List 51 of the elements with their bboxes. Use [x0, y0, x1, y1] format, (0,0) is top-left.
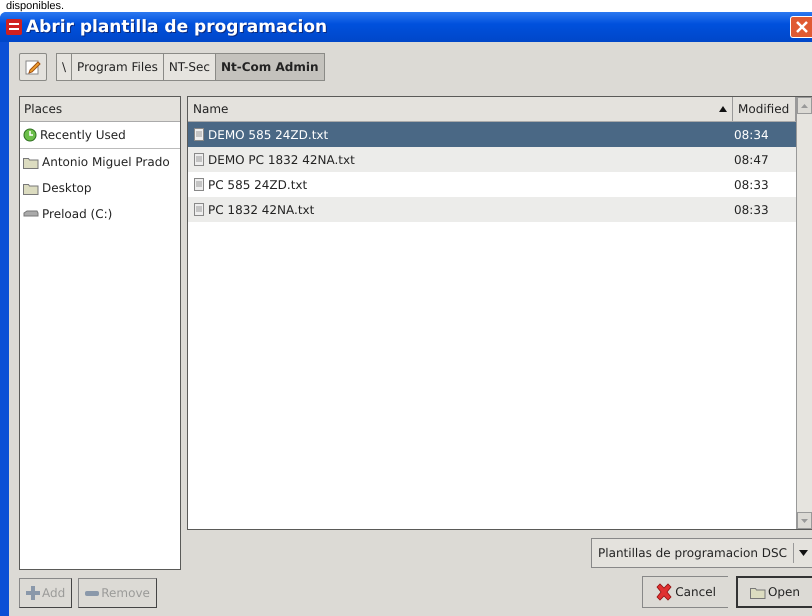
- window-title: Abrir plantilla de programacion: [26, 17, 328, 37]
- minus-icon: [85, 590, 100, 596]
- close-icon: [796, 21, 808, 33]
- place-item[interactable]: Antonio Miguel Prado: [20, 149, 180, 175]
- column-header[interactable]: Name: [188, 97, 733, 121]
- modified-time: 08:33: [733, 178, 770, 192]
- place-label: Desktop: [42, 181, 92, 195]
- file-row[interactable]: DEMO 585 24ZD.txt 08:34: [188, 122, 796, 147]
- file-name: DEMO 585 24ZD.txt: [208, 128, 328, 142]
- open-button[interactable]: Open: [736, 576, 812, 608]
- place-label: Antonio Miguel Prado: [42, 155, 170, 169]
- file-row[interactable]: DEMO PC 1832 42NA.txt 08:47: [188, 147, 796, 172]
- app-logo-icon: [6, 19, 22, 35]
- file-icon: [194, 128, 204, 141]
- file-icon: [194, 203, 204, 216]
- path-segment-button[interactable]: \: [56, 53, 72, 81]
- folder-icon: [23, 156, 39, 168]
- plus-icon: [26, 586, 40, 600]
- edit-button[interactable]: [19, 53, 47, 81]
- down-arrow-icon: [801, 518, 808, 522]
- file-name: DEMO PC 1832 42NA.txt: [208, 152, 355, 166]
- scroll-bar[interactable]: [796, 97, 812, 529]
- folder-icon: [23, 182, 39, 194]
- caret-icon: [798, 550, 808, 556]
- folder-icon: [750, 586, 766, 598]
- clock-icon: [23, 128, 37, 142]
- place-item[interactable]: Recently Used: [20, 122, 180, 149]
- cross-icon: [655, 583, 674, 601]
- path-segment-button[interactable]: Program Files: [71, 53, 164, 81]
- drive-icon: [23, 210, 39, 218]
- modified-time: 08:33: [733, 202, 770, 216]
- path-segment-button[interactable]: Nt-Com Admin: [214, 53, 324, 81]
- places-header: Places: [20, 97, 180, 122]
- file-row[interactable]: PC 1832 42NA.txt 08:33: [188, 197, 796, 222]
- file-name: PC 585 24ZD.txt: [208, 178, 308, 192]
- place-item[interactable]: Desktop: [20, 175, 180, 201]
- up-arrow-icon: [801, 104, 808, 108]
- close-button[interactable]: [790, 16, 812, 38]
- filter-dropdown[interactable]: Plantillas de programacion DSC: [591, 538, 812, 568]
- modified-time: 08:47: [733, 152, 770, 166]
- place-label: Recently Used: [40, 128, 126, 142]
- cancel-button[interactable]: Cancel: [642, 576, 728, 608]
- place-item[interactable]: Preload (C:): [20, 201, 180, 227]
- page-caption: disponibles.: [5, 0, 66, 12]
- modified-time: 08:34: [733, 128, 770, 142]
- path-segment-button[interactable]: NT-Sec: [162, 53, 216, 81]
- place-label: Preload (C:): [42, 207, 112, 221]
- file-icon: [194, 153, 204, 166]
- file-icon: [194, 178, 204, 191]
- pencil-icon: [25, 59, 41, 75]
- file-name: PC 1832 42NA.txt: [208, 202, 314, 216]
